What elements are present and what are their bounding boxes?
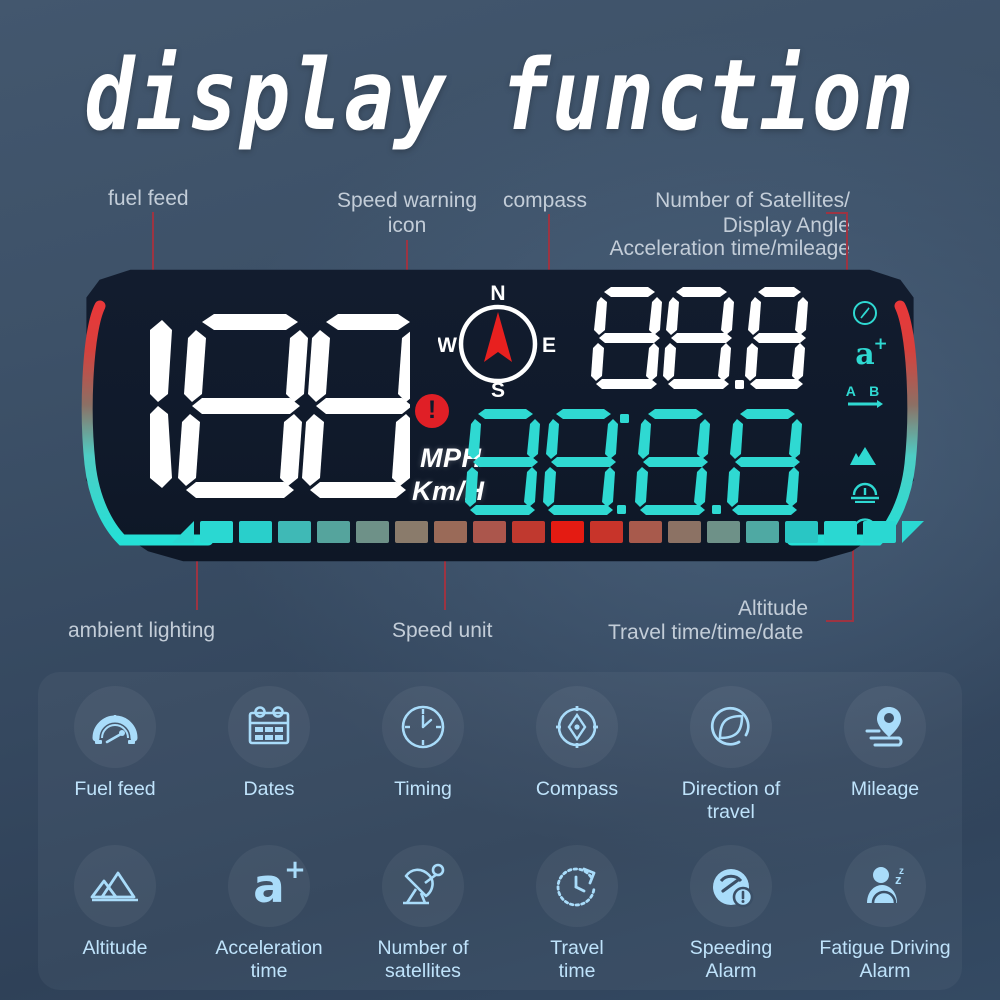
- ambient-tip-right: [902, 521, 924, 543]
- ambient-cell: [551, 521, 584, 543]
- hud-compass-icon: N S W E: [438, 282, 556, 402]
- feature-label: Travel time: [550, 937, 604, 982]
- ambient-cell: [590, 521, 623, 543]
- svg-text:S: S: [491, 379, 505, 402]
- svg-text:z: z: [895, 872, 902, 887]
- compass-icon: [536, 686, 618, 768]
- ambient-cell: [746, 521, 779, 543]
- callout-fuel-feed: fuel feed: [108, 187, 189, 210]
- hud-side-icon-column: a + A B: [835, 300, 895, 545]
- satellite-icon: [382, 845, 464, 927]
- hud-compass-small-icon: [852, 300, 878, 326]
- feature-item-fuel-feed[interactable]: Fuel feed: [38, 672, 192, 831]
- feature-label: Number of satellites: [377, 937, 469, 982]
- ambient-cell: [863, 521, 896, 543]
- feature-item-altitude[interactable]: Altitude: [38, 831, 192, 990]
- feature-label: Acceleration time: [215, 937, 323, 982]
- ambient-cell: [785, 521, 818, 543]
- ambient-cell: [434, 521, 467, 543]
- page-title: display function: [84, 38, 916, 153]
- ambient-cell: [824, 521, 857, 543]
- hud-altitude-icon: [849, 445, 881, 467]
- ambient-tip-left: [172, 521, 194, 543]
- ambient-cell: [317, 521, 350, 543]
- feature-label: Fatigue Driving Alarm: [819, 937, 951, 982]
- feature-label: Altitude: [82, 937, 148, 959]
- feature-label: Speeding Alarm: [689, 937, 773, 982]
- feature-grid: Fuel feed Dates Timing Compass Direction…: [38, 672, 962, 990]
- feature-item-timing[interactable]: Timing: [346, 672, 500, 831]
- feature-item-compass[interactable]: Compass: [500, 672, 654, 831]
- a-plus-icon: a +: [228, 845, 310, 927]
- hud-device: N S W E ! MPH Km/H a + A B: [60, 268, 940, 563]
- ambient-cell: [395, 521, 428, 543]
- hud-acceleration-icon: a +: [855, 334, 888, 372]
- ambient-cell: [239, 521, 272, 543]
- hud-travel-distance-icon: [849, 481, 881, 503]
- map-pin-icon: [844, 686, 926, 768]
- hud-mileage-icon: A B: [846, 384, 885, 409]
- callout-display-angle: Display Angle: [722, 214, 850, 237]
- navigation-icon: [690, 686, 772, 768]
- feature-item-number-of-satellites[interactable]: Number of satellites: [346, 831, 500, 990]
- callout-altitude: Altitude: [738, 597, 809, 620]
- feature-label: Direction of travel: [681, 778, 781, 823]
- svg-text:N: N: [490, 282, 505, 305]
- calendar-icon: [228, 686, 310, 768]
- feature-label: Dates: [243, 778, 295, 800]
- feature-item-speeding-alarm[interactable]: Speeding Alarm: [654, 831, 808, 990]
- callout-acceleration-mileage: Acceleration time/mileage: [609, 237, 850, 260]
- leader-altitude-h: [826, 620, 854, 622]
- mountains-icon: [74, 845, 156, 927]
- feature-item-acceleration-time[interactable]: a + Acceleration time: [192, 831, 346, 990]
- feature-label: Compass: [535, 778, 619, 800]
- speed-warning-icon: !: [415, 394, 449, 428]
- ambient-cell: [629, 521, 662, 543]
- speeding-icon: [690, 845, 772, 927]
- satellite-angle-digits: [591, 287, 808, 389]
- speed-warning-glyph: !: [427, 395, 437, 424]
- ambient-cell: [512, 521, 545, 543]
- ambient-light-bar: [168, 521, 928, 543]
- leader-satellites-h: [826, 212, 848, 214]
- fatigue-icon: z z: [844, 845, 926, 927]
- ambient-cell: [707, 521, 740, 543]
- callout-satellites: Number of Satellites/: [655, 189, 850, 212]
- travel-time-digits: [465, 409, 802, 515]
- speed-digits: [150, 314, 410, 498]
- callout-speed-warning: Speed warning icon: [336, 189, 478, 237]
- gauge-icon: [74, 686, 156, 768]
- clock-icon: [382, 686, 464, 768]
- svg-text:W: W: [438, 334, 457, 357]
- feature-item-fatigue-driving-alarm[interactable]: z z Fatigue Driving Alarm: [808, 831, 962, 990]
- feature-label: Fuel feed: [74, 778, 156, 800]
- ambient-cell: [200, 521, 233, 543]
- travel-time-icon: [536, 845, 618, 927]
- feature-panel: Fuel feed Dates Timing Compass Direction…: [38, 672, 962, 990]
- ambient-cell: [668, 521, 701, 543]
- ambient-cell: [473, 521, 506, 543]
- callout-travel-time-date: Travel time/time/date: [608, 621, 804, 644]
- feature-item-mileage[interactable]: Mileage: [808, 672, 962, 831]
- ambient-cell: [356, 521, 389, 543]
- feature-label: Timing: [394, 778, 452, 800]
- callout-ambient-lighting: ambient lighting: [68, 619, 216, 642]
- feature-item-dates[interactable]: Dates: [192, 672, 346, 831]
- svg-text:E: E: [542, 334, 556, 357]
- callout-speed-unit: Speed unit: [392, 619, 493, 642]
- feature-item-travel-time[interactable]: Travel time: [500, 831, 654, 990]
- feature-label: Mileage: [850, 778, 920, 800]
- ambient-cell: [278, 521, 311, 543]
- feature-item-direction-of-travel[interactable]: Direction of travel: [654, 672, 808, 831]
